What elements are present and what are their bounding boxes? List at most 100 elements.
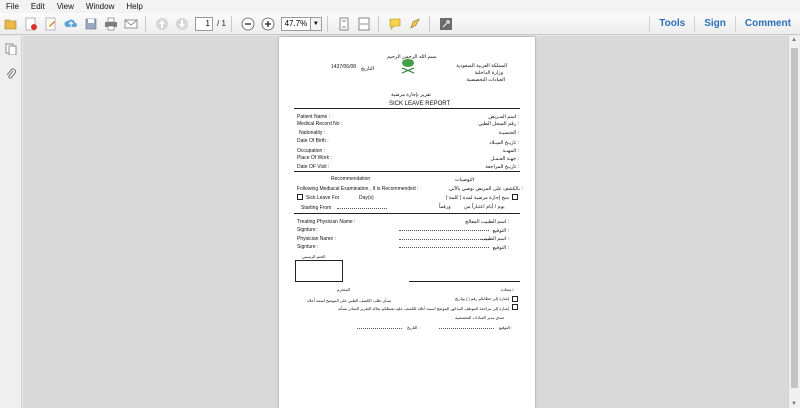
open-button[interactable] bbox=[2, 15, 20, 33]
highlight-button[interactable] bbox=[406, 15, 424, 33]
speech-bubble-icon bbox=[389, 18, 401, 30]
patient-name-label-ar: اسم المـريض : bbox=[488, 114, 519, 120]
scroll-up-icon[interactable]: ▲ bbox=[791, 37, 797, 43]
examination-text-ar: بالكشف على المريض نوصي بالآتي : bbox=[449, 186, 523, 192]
signature-label: Signture : bbox=[297, 227, 319, 233]
zoom-dropdown[interactable]: ▼ bbox=[310, 16, 322, 31]
ministry-label: وزارة الداخلية bbox=[474, 70, 503, 76]
divider bbox=[294, 171, 520, 172]
place-of-work-label: Place Of Work : bbox=[297, 155, 332, 161]
prev-page-button[interactable] bbox=[153, 15, 171, 33]
scroll-down-icon[interactable]: ▼ bbox=[791, 401, 797, 407]
comment-panel-button[interactable]: Comment bbox=[734, 16, 800, 32]
title-arabic: تقرير بإجازة مرضية bbox=[391, 92, 432, 98]
arrow-down-icon bbox=[176, 17, 188, 30]
treating-physician-label: Treating Physician Name : bbox=[297, 219, 356, 225]
page-number-input[interactable]: 1 bbox=[195, 16, 213, 31]
menu-view[interactable]: View bbox=[51, 2, 80, 11]
cloud-upload-icon bbox=[64, 19, 77, 27]
recommendation-label-ar: التوصيات bbox=[455, 177, 474, 183]
menu-file[interactable]: File bbox=[0, 2, 25, 11]
paperclip-icon[interactable] bbox=[5, 68, 17, 80]
sick-leave-checkbox[interactable] bbox=[297, 194, 303, 200]
fit-page-button[interactable] bbox=[335, 15, 353, 33]
toolbar-separator bbox=[377, 15, 379, 32]
sign-button[interactable]: Sign bbox=[694, 16, 735, 32]
email-button[interactable] bbox=[122, 15, 140, 33]
pages-icon[interactable] bbox=[5, 43, 17, 55]
examination-text: Following Mediacal Examination , It is R… bbox=[297, 186, 419, 192]
save-icon bbox=[85, 18, 97, 29]
zoom-in-button[interactable] bbox=[259, 15, 277, 33]
footer-signature-line bbox=[439, 328, 494, 329]
starting-from-label-ar: يوم / أيام اعتباراً من bbox=[464, 204, 505, 210]
edit-pdf-button[interactable] bbox=[42, 15, 60, 33]
zoom-out-button[interactable] bbox=[239, 15, 257, 33]
next-page-button[interactable] bbox=[173, 15, 191, 33]
menu-bar: File Edit View Window Help bbox=[0, 0, 800, 13]
fit-width-icon bbox=[358, 17, 370, 30]
footer-line-2: إشارة إلى مراجعة الموظف المذكور الموضح ا… bbox=[337, 306, 509, 311]
days-label: Day(s) bbox=[359, 195, 374, 201]
menu-edit[interactable]: Edit bbox=[25, 2, 51, 11]
date-of-birth-label-ar: تاريـخ الميـلاد : bbox=[489, 140, 519, 146]
starting-number-label-ar: ورقماً bbox=[439, 204, 451, 210]
create-pdf-button[interactable] bbox=[22, 15, 40, 33]
fullscreen-button[interactable] bbox=[437, 15, 455, 33]
right-panel-buttons: Tools Sign Comment bbox=[649, 13, 800, 35]
physician-name-label: Physician Name : bbox=[297, 236, 336, 242]
pdf-page: بسم الله الرحمن الرحيم المملكة العربية ا… bbox=[279, 37, 535, 408]
printer-icon bbox=[105, 17, 117, 30]
highlighter-icon bbox=[410, 17, 420, 29]
approved-label: صدق مدير العيادات التخصصية bbox=[455, 315, 505, 320]
signature-label-2-ar: التوقيع : bbox=[492, 245, 509, 251]
toolbar-separator bbox=[326, 15, 328, 32]
date-of-visit-label-ar: تاريـخ المراجعة : bbox=[485, 164, 519, 170]
title-english: SICK LEAVE REPORT bbox=[389, 101, 451, 107]
tools-button[interactable]: Tools bbox=[649, 16, 694, 32]
patient-name-label: Patient Name : bbox=[297, 114, 331, 120]
toolbar-separator bbox=[145, 15, 146, 32]
medical-record-label-ar: رقم السجل الطبي : bbox=[478, 121, 519, 127]
date-of-birth-label: Date Of Birth : bbox=[297, 138, 329, 144]
starting-date-line bbox=[337, 208, 387, 209]
sick-leave-checkbox-ar[interactable] bbox=[512, 194, 518, 200]
signature-label-2: Signture : bbox=[297, 244, 319, 250]
edit-pdf-icon bbox=[45, 17, 56, 30]
toolbar-separator bbox=[428, 15, 430, 32]
footer-date-label: التاريخ : bbox=[407, 325, 420, 330]
folder-icon bbox=[4, 19, 17, 29]
stamp-box bbox=[295, 260, 343, 282]
footer-line-1: إشارة إلى خطابكم رقم ( ) وتاريخ bbox=[454, 296, 509, 301]
respect-label: سعادة / bbox=[501, 287, 514, 292]
fit-width-button[interactable] bbox=[355, 15, 373, 33]
envelope-icon bbox=[124, 19, 138, 28]
print-button[interactable] bbox=[102, 15, 120, 33]
menu-window[interactable]: Window bbox=[80, 2, 120, 11]
place-of-work-label-ar: جهـة العـمـل : bbox=[490, 156, 519, 162]
comment-button[interactable] bbox=[386, 15, 404, 33]
scrollbar-thumb[interactable] bbox=[791, 48, 798, 388]
date-value: 1437/06/08 bbox=[331, 64, 357, 70]
vertical-scrollbar[interactable]: ▲ ▼ bbox=[788, 36, 800, 408]
cloud-button[interactable] bbox=[62, 15, 80, 33]
recommendation-label: Recommendation bbox=[331, 176, 371, 182]
date-label: التاريخ bbox=[361, 66, 374, 72]
occupation-label: Occupation : bbox=[297, 148, 326, 154]
toolbar-separator bbox=[230, 15, 232, 32]
save-button[interactable] bbox=[82, 15, 100, 33]
footer-checkbox-1[interactable] bbox=[512, 296, 518, 302]
divider bbox=[294, 108, 520, 109]
respected-label: المحترم bbox=[337, 287, 351, 292]
divider bbox=[294, 213, 520, 214]
navigation-pane bbox=[0, 36, 22, 408]
date-of-visit-label: Date OF Visit : bbox=[297, 164, 330, 170]
divider bbox=[409, 281, 520, 282]
footer-checkbox-2[interactable] bbox=[512, 304, 518, 310]
occupation-label-ar: المهنـة : bbox=[502, 148, 519, 154]
nationality-label-ar: الجنسيـة : bbox=[498, 130, 519, 136]
footer-date-line bbox=[357, 328, 402, 329]
zoom-input[interactable]: 47.7% bbox=[280, 16, 311, 31]
signature-label-ar: التوقيع : bbox=[492, 228, 509, 234]
menu-help[interactable]: Help bbox=[120, 2, 148, 11]
